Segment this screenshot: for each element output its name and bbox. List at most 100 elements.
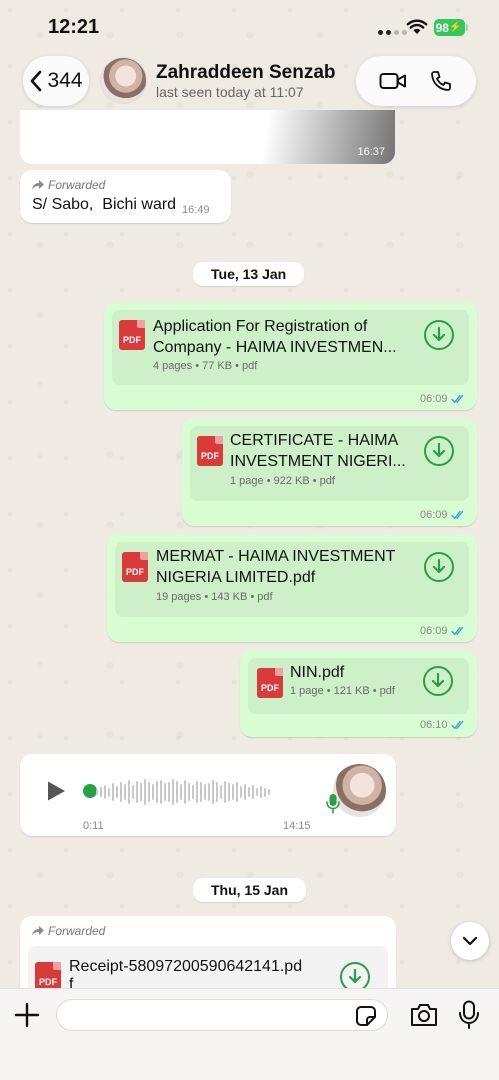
status-bar: 12:21 98 ⚡	[0, 0, 499, 52]
date-separator: Thu, 15 Jan	[193, 878, 307, 902]
contact-avatar[interactable]	[100, 57, 147, 104]
play-icon[interactable]	[45, 780, 67, 802]
document-title-line: Receipt-58097200590642141.pd	[69, 958, 303, 975]
waveform-bar	[152, 784, 154, 800]
waveform-bar	[132, 785, 134, 799]
download-icon	[432, 443, 446, 458]
message-input[interactable]	[69, 1004, 339, 1028]
wifi-icon	[406, 19, 428, 34]
waveform-bar	[208, 783, 210, 801]
forwarded-text: Forwarded	[48, 924, 106, 938]
battery-level: 98	[435, 20, 449, 35]
waveform-bar	[248, 787, 250, 797]
chevron-down-icon	[462, 936, 478, 946]
waveform-bar	[244, 784, 246, 800]
message-status: 06:09	[420, 625, 466, 637]
camera-icon[interactable]	[409, 1002, 439, 1028]
message-time: 14:15	[283, 820, 311, 832]
waveform-bar	[268, 789, 270, 795]
download-icon	[431, 673, 445, 688]
mic-icon	[326, 794, 340, 814]
waveform-bar	[156, 781, 158, 803]
waveform-bar	[204, 784, 206, 800]
phone-icon[interactable]	[429, 69, 453, 93]
message-time: 06:10	[420, 719, 448, 731]
mic-icon[interactable]	[458, 1000, 480, 1030]
download-button[interactable]	[424, 320, 454, 350]
image-message[interactable]: 16:37	[20, 110, 395, 164]
waveform-bar	[172, 779, 174, 805]
document-title-line: CERTIFICATE - HAIMA	[230, 432, 399, 449]
waveform-bar	[260, 786, 262, 798]
waveform-bar	[176, 781, 178, 803]
forwarded-label: Forwarded	[32, 178, 105, 192]
status-time: 12:21	[48, 16, 100, 38]
waveform-bar	[108, 787, 110, 797]
message-composer[interactable]	[56, 999, 388, 1031]
waveform-bar	[148, 782, 150, 802]
pdf-file-icon: PDF	[119, 320, 145, 350]
plus-icon[interactable]	[14, 1002, 40, 1028]
forwarded-text: Forwarded	[48, 178, 106, 192]
message-time: 06:09	[420, 509, 448, 521]
download-button[interactable]	[424, 436, 454, 466]
waveform-bar	[256, 788, 258, 796]
waveform-bar	[124, 784, 126, 800]
message-text: S/ Sabo, Bichi ward	[32, 196, 177, 213]
document-title: CERTIFICATE - HAIMA INVESTMENT NIGERI...	[230, 430, 420, 472]
back-button[interactable]: 344	[23, 56, 89, 106]
playback-scrubber[interactable]	[83, 784, 97, 798]
forward-arrow-icon	[32, 180, 44, 190]
waveform-bar	[220, 785, 222, 799]
document-title: MERMAT - HAIMA INVESTMENT NIGERIA LIMITE…	[156, 546, 416, 588]
download-icon	[348, 969, 362, 984]
forwarded-text-message[interactable]: Forwarded S/ Sabo, Bichi ward 16:49	[20, 170, 231, 223]
waveform-bar	[216, 782, 218, 802]
waveform-bar	[136, 781, 138, 803]
document-meta: 1 page • 922 KB • pdf	[230, 475, 335, 487]
waveform-bar	[116, 786, 118, 798]
video-call-icon[interactable]	[379, 71, 407, 91]
waveform-bar	[180, 784, 182, 800]
document-message[interactable]: PDF Application For Registration of Comp…	[104, 302, 477, 410]
waveform-bar	[264, 787, 266, 797]
double-tick-icon	[450, 626, 463, 635]
sender-avatar	[333, 764, 386, 817]
voice-waveform[interactable]	[96, 778, 270, 806]
message-time: 16:37	[357, 146, 385, 158]
document-title-line: INVESTMENT NIGERI...	[230, 453, 406, 470]
waveform-bar	[160, 780, 162, 804]
document-title: NIN.pdf	[290, 664, 345, 681]
document-message[interactable]: PDF MERMAT - HAIMA INVESTMENT NIGERIA LI…	[107, 534, 477, 642]
pdf-file-icon: PDF	[197, 436, 223, 466]
download-button[interactable]	[423, 666, 453, 696]
document-message[interactable]: PDF CERTIFICATE - HAIMA INVESTMENT NIGER…	[182, 418, 477, 526]
pdf-file-icon: PDF	[257, 668, 283, 698]
message-time: 16:49	[182, 204, 210, 216]
waveform-bar	[168, 782, 170, 802]
download-button[interactable]	[424, 552, 454, 582]
battery-indicator: 98 ⚡	[434, 19, 465, 36]
waveform-bar	[200, 782, 202, 802]
message-status: 06:10	[420, 719, 466, 731]
document-meta: 1 page • 121 KB • pdf	[290, 685, 395, 697]
battery-tip	[466, 24, 468, 31]
forwarded-document-message[interactable]: Forwarded PDF Receipt-58097200590642141.…	[20, 916, 396, 996]
waveform-bar	[104, 785, 106, 799]
waveform-bar	[184, 780, 186, 804]
download-icon	[432, 559, 446, 574]
waveform-bar	[128, 780, 130, 804]
contact-name[interactable]: Zahraddeen Senzab	[156, 62, 336, 84]
document-title-line: NIGERIA LIMITED.pdf	[156, 569, 316, 586]
waveform-bar	[100, 787, 102, 797]
document-message[interactable]: PDF NIN.pdf 1 page • 121 KB • pdf 06:10	[240, 650, 477, 737]
waveform-bar	[236, 782, 238, 802]
waveform-bar	[228, 783, 230, 801]
message-status: 06:09	[420, 509, 466, 521]
last-seen-status: last seen today at 11:07	[156, 84, 304, 100]
waveform-bar	[120, 782, 122, 802]
sticker-icon[interactable]	[355, 1005, 377, 1027]
waveform-bar	[188, 783, 190, 801]
scroll-to-bottom-button[interactable]	[451, 922, 489, 960]
call-actions	[356, 56, 476, 106]
